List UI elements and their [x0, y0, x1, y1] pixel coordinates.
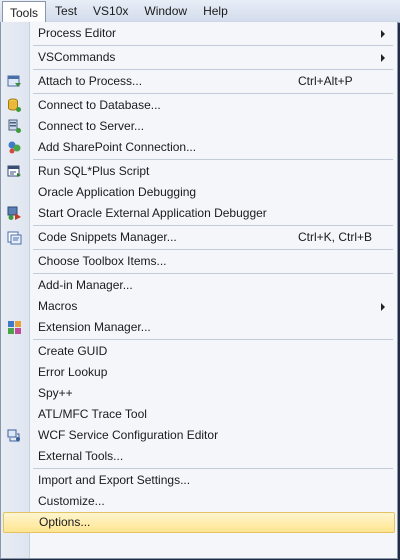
menu-item-label: Start Oracle External Application Debugg…: [38, 206, 267, 220]
menu-item-label: Add-in Manager...: [38, 278, 133, 292]
menu-item-options[interactable]: Options...: [3, 512, 395, 533]
menu-item-label: Extension Manager...: [38, 320, 151, 334]
shortcut-label: Ctrl+Alt+P: [298, 74, 353, 88]
menu-item-label: Choose Toolbox Items...: [38, 254, 167, 268]
menu-item-label: Macros: [38, 299, 78, 313]
menu-item-code-snippets-manager[interactable]: Code Snippets Manager... Ctrl+K, Ctrl+B: [1, 227, 397, 248]
menu-item-label: External Tools...: [38, 449, 124, 463]
menu-item-label: Options...: [39, 515, 91, 529]
menu-item-addin-manager[interactable]: Add-in Manager...: [1, 275, 397, 296]
server-icon: [7, 119, 22, 134]
menu-item-label: Add SharePoint Connection...: [38, 140, 197, 154]
menu-help[interactable]: Help: [196, 1, 235, 21]
menu-item-label: Process Editor: [38, 26, 117, 40]
menu-item-label: Connect to Server...: [38, 119, 145, 133]
menu-tools[interactable]: Tools: [2, 0, 47, 24]
menu-item-connect-to-server[interactable]: Connect to Server...: [1, 116, 397, 137]
menu-item-process-editor[interactable]: Process Editor: [1, 23, 397, 44]
menu-item-label: Create GUID: [38, 344, 108, 358]
menu-vs10x[interactable]: VS10x: [86, 1, 135, 21]
wcf-config-icon: [7, 428, 22, 443]
menu-item-label: Attach to Process...: [38, 74, 143, 88]
menu-item-oracle-app-debugging[interactable]: Oracle Application Debugging: [1, 182, 397, 203]
menu-item-choose-toolbox-items[interactable]: Choose Toolbox Items...: [1, 251, 397, 272]
menu-item-run-sqlplus-script[interactable]: Run SQL*Plus Script: [1, 161, 397, 182]
menu-item-import-export-settings[interactable]: Import and Export Settings...: [1, 470, 397, 491]
sharepoint-icon: [7, 140, 22, 155]
menu-item-label: ATL/MFC Trace Tool: [38, 407, 147, 421]
submenu-arrow-icon: [381, 30, 385, 38]
menu-window[interactable]: Window: [137, 1, 194, 21]
attach-process-icon: [7, 74, 22, 89]
menu-item-spy[interactable]: Spy++: [1, 383, 397, 404]
menu-item-start-oracle-debugger[interactable]: Start Oracle External Application Debugg…: [1, 203, 397, 224]
menu-item-label: Connect to Database...: [38, 98, 161, 112]
shortcut-label: Ctrl+K, Ctrl+B: [298, 230, 373, 244]
oracle-debugger-icon: [7, 206, 22, 221]
menu-item-external-tools[interactable]: External Tools...: [1, 446, 397, 467]
menu-item-label: Oracle Application Debugging: [38, 185, 197, 199]
menu-item-label: Error Lookup: [38, 365, 108, 379]
menu-item-wcf-service-config-editor[interactable]: WCF Service Configuration Editor: [1, 425, 397, 446]
menu-item-label: Customize...: [38, 494, 105, 508]
menu-item-create-guid[interactable]: Create GUID: [1, 341, 397, 362]
menu-item-label: Code Snippets Manager...: [38, 230, 177, 244]
menu-bar: Tools Test VS10x Window Help: [0, 0, 400, 24]
menu-test[interactable]: Test: [48, 1, 84, 21]
tools-dropdown-menu: Process Editor VSCommands Attach to Proc…: [0, 22, 398, 559]
menu-item-label: WCF Service Configuration Editor: [38, 428, 219, 442]
menu-item-atl-mfc-trace-tool[interactable]: ATL/MFC Trace Tool: [1, 404, 397, 425]
submenu-arrow-icon: [381, 303, 385, 311]
extension-manager-icon: [7, 320, 22, 335]
menu-item-add-sharepoint-connection[interactable]: Add SharePoint Connection...: [1, 137, 397, 158]
menu-item-customize[interactable]: Customize...: [1, 491, 397, 512]
menu-item-attach-to-process[interactable]: Attach to Process... Ctrl+Alt+P: [1, 71, 397, 92]
menu-item-macros[interactable]: Macros: [1, 296, 397, 317]
menu-item-label: Run SQL*Plus Script: [38, 164, 150, 178]
submenu-arrow-icon: [381, 54, 385, 62]
menu-item-extension-manager[interactable]: Extension Manager...: [1, 317, 397, 338]
menu-item-label: Spy++: [38, 386, 73, 400]
menu-item-connect-to-database[interactable]: Connect to Database...: [1, 95, 397, 116]
menu-item-error-lookup[interactable]: Error Lookup: [1, 362, 397, 383]
sql-script-icon: [7, 164, 22, 179]
menu-item-vscommands[interactable]: VSCommands: [1, 47, 397, 68]
menu-item-label: Import and Export Settings...: [38, 473, 191, 487]
menu-item-label: VSCommands: [38, 50, 116, 64]
code-snippets-icon: [7, 230, 22, 245]
database-icon: [7, 98, 22, 113]
